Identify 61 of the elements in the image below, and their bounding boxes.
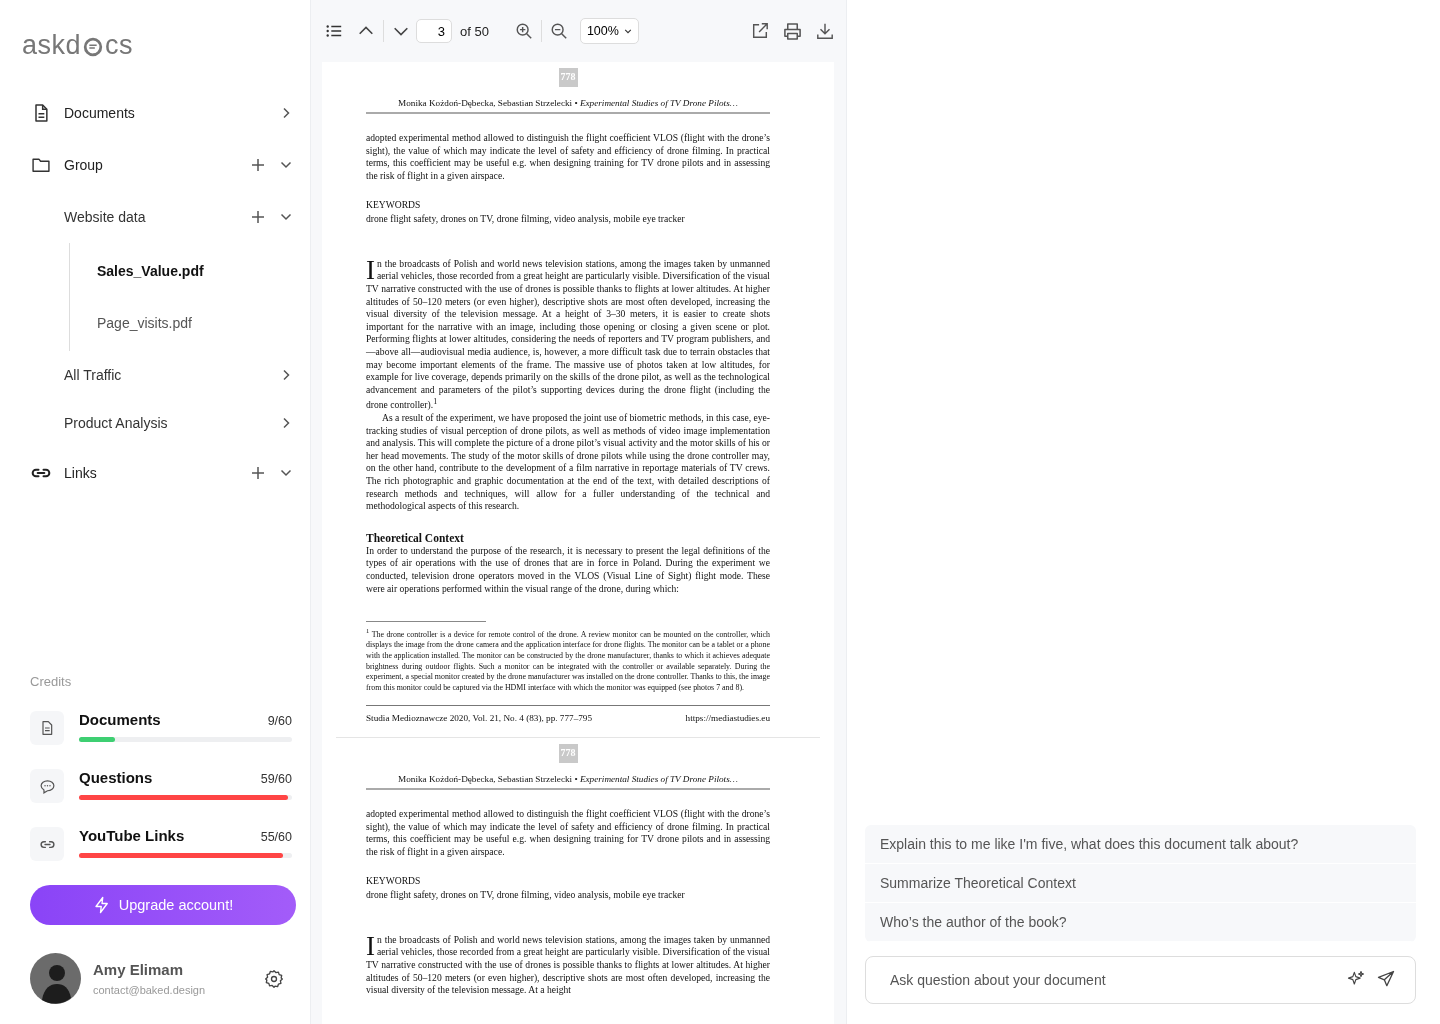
chevron-down-icon[interactable]: [280, 467, 292, 479]
upgrade-button[interactable]: Upgrade account!: [30, 885, 296, 925]
credit-count: 55/60: [260, 830, 292, 844]
running-header: Monika Kożdoń-Dębecka, Sebastian Strzelecki • Experimental Studies of TV Drone Pilots…: [366, 772, 770, 791]
zoom-out-icon[interactable]: [549, 22, 568, 40]
user-name: Amy Elimam: [93, 961, 185, 978]
nav-item[interactable]: All Traffic: [30, 351, 294, 399]
folder-icon: [30, 155, 52, 175]
credit-label: YouTube Links: [79, 827, 185, 844]
plus-icon[interactable]: [252, 159, 264, 171]
page-count: of 50: [460, 23, 489, 39]
nav-item[interactable]: Group: [30, 139, 294, 191]
chevron-down-icon[interactable]: [280, 159, 292, 171]
chat-bubble-icon: [38, 777, 56, 795]
chevron-down-icon[interactable]: [280, 211, 292, 223]
document-icon: [39, 720, 55, 736]
credit-count: 59/60: [260, 772, 292, 786]
list-icon[interactable]: [325, 22, 343, 40]
avatar-silhouette: [30, 953, 81, 1004]
zoom-in-icon[interactable]: [514, 22, 533, 40]
settings-icon[interactable]: [264, 968, 284, 989]
nav-item[interactable]: Links: [30, 447, 294, 499]
download-icon[interactable]: [816, 22, 834, 40]
keywords-label: KEYWORDS: [366, 874, 422, 888]
question-field[interactable]: Ask question about your document: [865, 956, 1416, 1004]
chat-bubble-icon: [82, 36, 105, 58]
body-paragraph: In order to understand the purpose of the research, it is necessary to present the legal definitions of the types of air operations with the use of drones that are in force in Poland. During the experiment we conducted, television drone operators moved in the VLOS (Visual Line of Sight) flight mode. These were air operations performed within the visual range of the drone, during which:: [366, 544, 770, 596]
nav-item[interactable]: Product Analysis: [30, 399, 294, 447]
suggested-question[interactable]: Who’s the author of the book?: [865, 903, 1416, 942]
nav-item[interactable]: Documents: [30, 87, 294, 139]
suggested-question[interactable]: Explain this to me like I'm five, what does this document talk about?: [865, 825, 1416, 864]
nav-item[interactable]: Website data: [30, 191, 294, 243]
credit-count: 9/60: [267, 714, 292, 728]
page-number-field[interactable]: 3: [416, 19, 452, 43]
keywords-label: KEYWORDS: [366, 198, 422, 212]
zoom-dropdown[interactable]: 100%: [579, 18, 639, 44]
logo-text: cs: [105, 30, 134, 61]
send-icon[interactable]: [1376, 969, 1396, 989]
user-email: contact@baked.design: [93, 984, 207, 996]
keywords-text: drone flight safety, drones on TV, drone filming, video analysis, mobile eye tracker: [366, 889, 686, 902]
body-paragraph: adopted experimental method allowed to distinguish the flight coefficient VLOS (flight with the drone’s sight), the value of which may indicate the level of safety and efficiency of drone filming. In practical terms, this coefficient may be useful e.g. when designing training for TV drone pilots and in assessing the risk of flight in a given airspace.: [366, 808, 770, 859]
credit-label: Questions: [79, 769, 153, 786]
body-paragraph: adopted experimental method allowed to distinguish the flight coefficient VLOS (flight with the drone’s sight), the value of which may indicate the level of safety and efficiency of drone filming. In practical terms, this coefficient may be useful e.g. when designing training for TV drone pilots and in assessing the risk of flight in a given airspace.: [366, 132, 770, 183]
credits-title: Credits: [30, 674, 73, 689]
plus-icon[interactable]: [252, 211, 264, 223]
section-heading: Theoretical Context: [366, 530, 465, 545]
running-header: Monika Kożdoń-Dębecka, Sebastian Strzelecki • Experimental Studies of TV Drone Pilots…: [366, 96, 770, 115]
journal-citation: Studia Medioznawcze 2020, Vol. 21, No. 4 (83), pp. 777–795: [366, 712, 592, 725]
plus-icon[interactable]: [252, 467, 264, 479]
logo-text: askd: [22, 30, 82, 61]
credit-label: Documents: [79, 711, 161, 728]
file-item[interactable]: Page_visits.pdf: [70, 297, 294, 349]
journal-url: https://mediastudies.eu: [685, 712, 770, 725]
keywords-text: drone flight safety, drones on TV, drone filming, video analysis, mobile eye tracker: [366, 213, 686, 226]
lightning-icon: [92, 896, 111, 914]
body-paragraph: As a result of the experiment, we have proposed the joint use of biometric methods, in this case, eye-tracking studies of visual perception of drone pilots, as well as methods of video image implementation and analysis. This will complete the picture of a drone pilot’s visual activity and the motor skills of his or her head movements. The study of the motor skills of drone pilots while using the drone controller may, on the other hand, contribute to the development of a film narrative in reportage materials of TV crews. The rich photographic and graphic documentation at the end of the text, with detailed descriptions of research methods and techniques, will allow for a fuller understanding of the technical and methodological aspects of this research.: [366, 412, 770, 513]
print-icon[interactable]: [783, 21, 802, 41]
caret-icon: [623, 27, 632, 35]
file-item[interactable]: Sales_Value.pdf: [70, 245, 294, 297]
external-link-icon[interactable]: [751, 22, 769, 40]
suggested-question[interactable]: Summarize Theoretical Context: [865, 864, 1416, 903]
